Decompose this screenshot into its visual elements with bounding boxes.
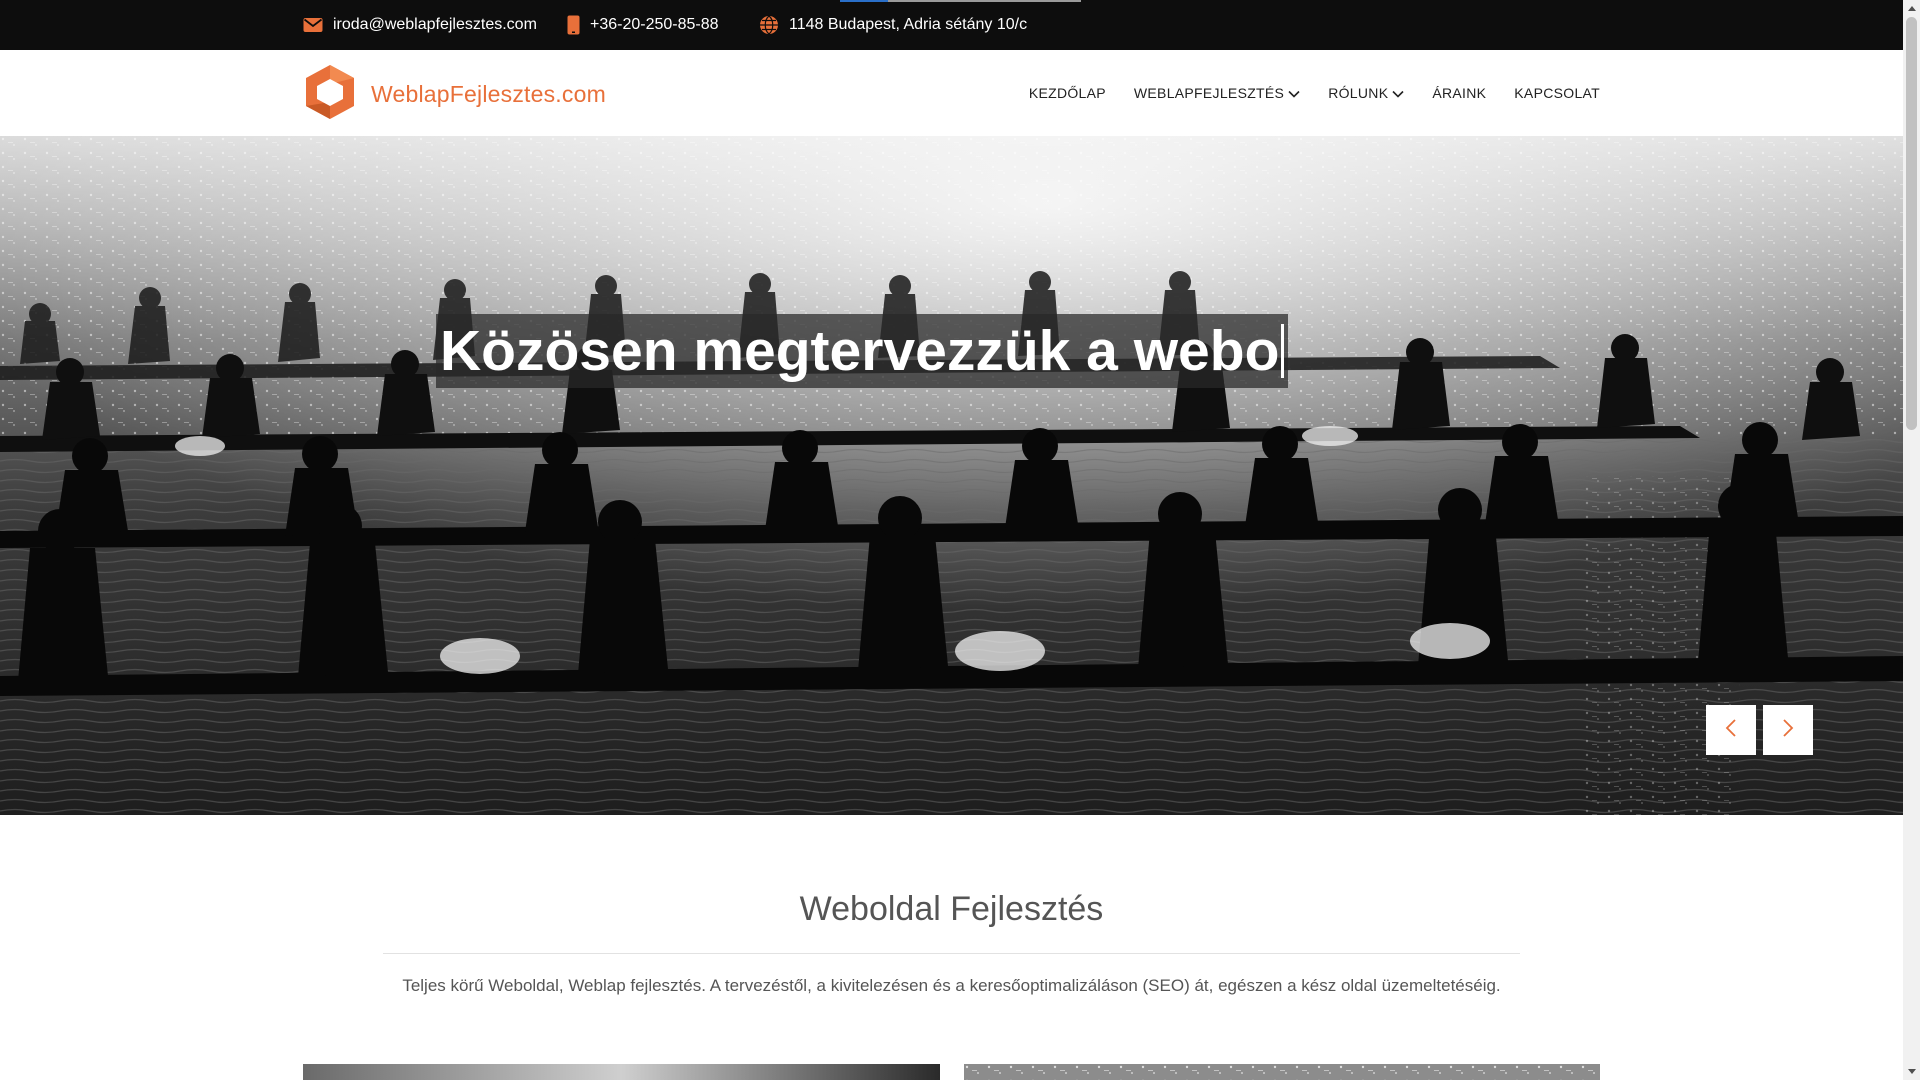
nav-item-label[interactable]: KEZDŐLAP <box>1029 85 1106 101</box>
chevron-down-icon <box>1288 85 1300 101</box>
top-contact-bar: iroda@weblapfejlesztes.com +36-20-250-85… <box>0 0 1903 50</box>
chevron-right-icon <box>1782 718 1794 743</box>
nav-item-label[interactable]: ÁRAINK <box>1432 85 1486 101</box>
envelope-icon <box>303 17 323 33</box>
contact-email[interactable]: iroda@weblapfejlesztes.com <box>303 0 537 50</box>
contact-phone[interactable]: +36-20-250-85-88 <box>567 0 719 50</box>
mobile-phone-icon <box>567 15 580 35</box>
nav-item-label[interactable]: WEBLAPFEJLESZTÉS <box>1134 85 1284 101</box>
hero-slider: Közösen megtervezzük a webo <box>0 136 1903 815</box>
page-scrollbar[interactable] <box>1903 0 1920 1080</box>
slider-prev-button[interactable] <box>1706 705 1756 755</box>
contact-address-text: 1148 Budapest, Adria sétány 10/c <box>789 16 1028 33</box>
site-logo[interactable]: WeblapFejlesztes.com <box>303 62 606 127</box>
hexagon-logo-icon <box>303 62 357 127</box>
nav-item-kezdolap[interactable]: KEZDŐLAP <box>1029 85 1106 101</box>
nav-item-rolunk[interactable]: RÓLUNK <box>1328 85 1404 101</box>
chevron-left-icon <box>1725 718 1737 743</box>
scroll-down-arrow-icon[interactable] <box>1908 1069 1916 1074</box>
site-logo-text[interactable]: WeblapFejlesztes.com <box>371 81 606 108</box>
nav-item-label[interactable]: KAPCSOLAT <box>1514 85 1600 101</box>
section-description: Teljes körű Weboldal, Weblap fejlesztés.… <box>402 976 1501 995</box>
scrollbar-thumb[interactable] <box>1906 17 1917 430</box>
nav-item-araink[interactable]: ÁRAINK <box>1432 85 1486 101</box>
chevron-down-icon <box>1392 85 1404 101</box>
globe-icon <box>759 15 779 35</box>
hero-headline-text: Közösen megtervezzük a webo <box>440 319 1280 383</box>
contact-address: 1148 Budapest, Adria sétány 10/c <box>759 0 1027 50</box>
slider-next-button[interactable] <box>1763 705 1813 755</box>
hero-headline: Közösen megtervezzük a webo <box>436 314 1289 388</box>
nav-item-kapcsolat[interactable]: KAPCSOLAT <box>1514 85 1600 101</box>
service-card-image-1[interactable] <box>303 1064 940 1080</box>
section-divider <box>383 953 1520 954</box>
contact-email-text[interactable]: iroda@weblapfejlesztes.com <box>333 16 537 34</box>
typing-caret <box>1281 324 1285 378</box>
service-card-image-2[interactable] <box>964 1064 1600 1080</box>
site-header: WeblapFejlesztes.com KEZDŐLAP WEBLAPFEJL… <box>0 50 1903 136</box>
main-navigation: KEZDŐLAP WEBLAPFEJLESZTÉS RÓLUNK ÁRAINK … <box>1029 50 1600 136</box>
scroll-up-arrow-icon[interactable] <box>1908 6 1916 11</box>
contact-phone-text[interactable]: +36-20-250-85-88 <box>590 16 719 34</box>
nav-item-weblapfejlesztes[interactable]: WEBLAPFEJLESZTÉS <box>1134 85 1300 101</box>
section-title: Weboldal Fejlesztés <box>799 890 1104 928</box>
nav-item-label[interactable]: RÓLUNK <box>1328 85 1388 101</box>
hero-rowing-image <box>0 136 1903 815</box>
